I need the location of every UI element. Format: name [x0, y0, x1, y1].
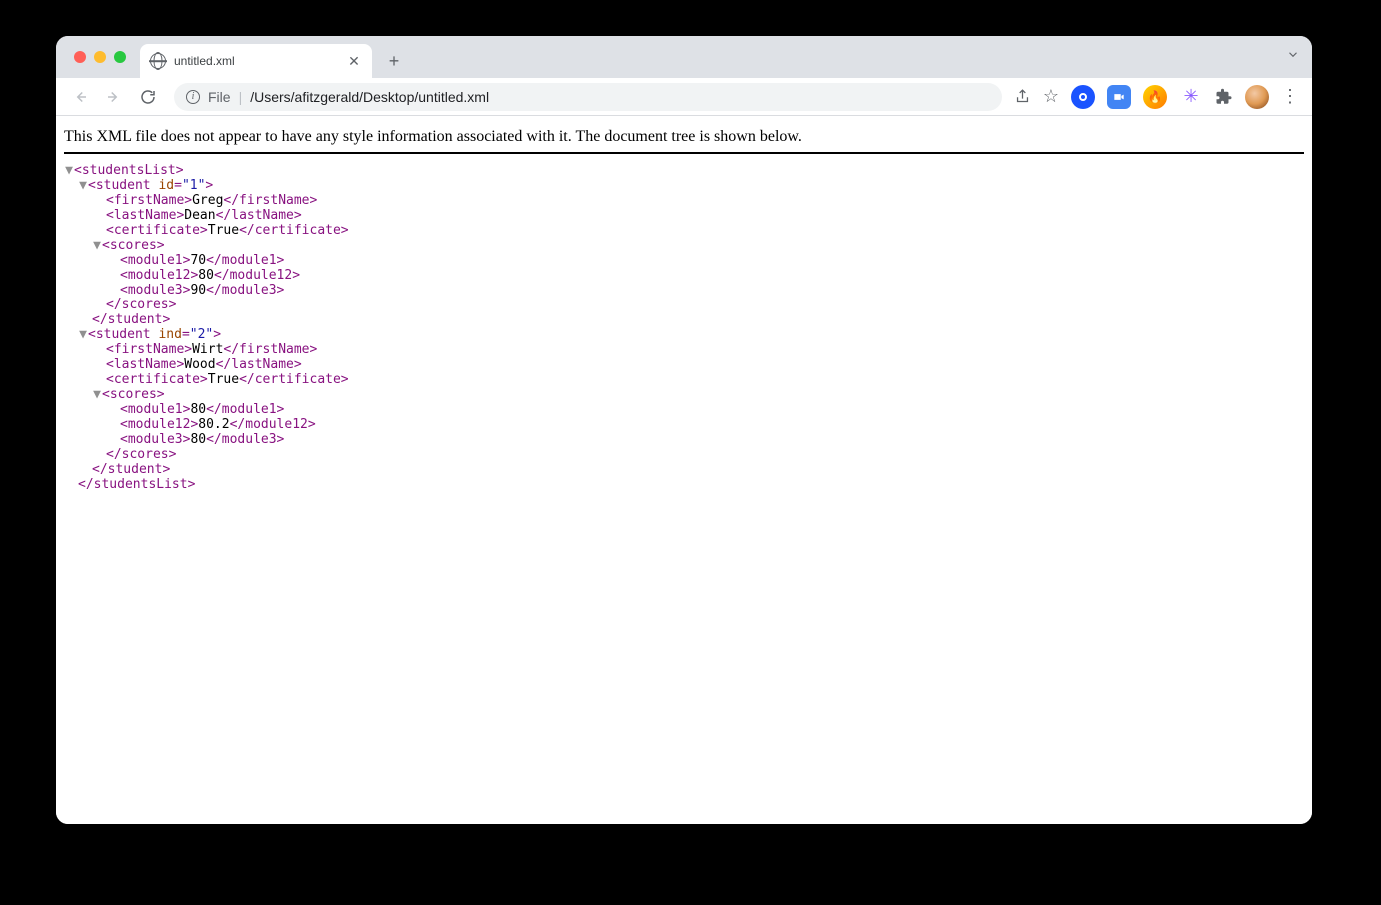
site-info-icon[interactable]: i [186, 90, 200, 104]
forward-button[interactable] [100, 83, 128, 111]
xml-line: </scores> [64, 448, 1312, 463]
collapse-caret[interactable]: ▼ [78, 179, 88, 194]
window-minimize-button[interactable] [94, 51, 106, 63]
window-controls [68, 36, 140, 78]
back-button[interactable] [66, 83, 94, 111]
xml-line: <module3>80</module3> [64, 433, 1312, 448]
extensions-button[interactable] [1215, 88, 1233, 106]
xml-line: <firstName>Greg</firstName> [64, 194, 1312, 209]
xml-line: <firstName>Wirt</firstName> [64, 343, 1312, 358]
url-path: /Users/afitzgerald/Desktop/untitled.xml [250, 89, 489, 105]
collapse-caret[interactable]: ▼ [64, 164, 74, 179]
share-button[interactable] [1014, 88, 1031, 105]
window-maximize-button[interactable] [114, 51, 126, 63]
xml-line: ▼<scores> [64, 239, 1312, 254]
extension-circle-blue-icon[interactable] [1071, 85, 1095, 109]
chevron-down-icon [1286, 48, 1300, 62]
xml-line: <lastName>Dean</lastName> [64, 209, 1312, 224]
xml-line: ▼<scores> [64, 388, 1312, 403]
bookmark-button[interactable]: ☆ [1043, 86, 1059, 107]
browser-tab[interactable]: untitled.xml ✕ [140, 44, 372, 78]
browser-menu-button[interactable]: ⋮ [1281, 86, 1298, 107]
reload-icon [139, 88, 157, 106]
page-content: This XML file does not appear to have an… [56, 116, 1312, 824]
browser-toolbar: i File | /Users/afitzgerald/Desktop/unti… [56, 78, 1312, 116]
collapse-caret[interactable]: ▼ [78, 328, 88, 343]
xml-line: ▼<student ind="2"> [64, 328, 1312, 343]
arrow-right-icon [105, 88, 123, 106]
browser-window: untitled.xml ✕ + i File | /Users/afitzge… [56, 36, 1312, 824]
url-scheme: File [208, 89, 231, 105]
extension-flame-icon[interactable]: 🔥 [1143, 85, 1167, 109]
xml-line: <module1>80</module1> [64, 403, 1312, 418]
camera-icon [1112, 90, 1126, 104]
xml-line: </student> [64, 463, 1312, 478]
notice-divider [64, 152, 1304, 154]
new-tab-button[interactable]: + [380, 47, 408, 75]
address-bar[interactable]: i File | /Users/afitzgerald/Desktop/unti… [174, 83, 1002, 111]
extension-asterisk-icon[interactable]: ✳ [1179, 85, 1203, 109]
xml-tree: ▼<studentsList>▼<student id="1"><firstNa… [56, 164, 1312, 493]
xml-line: <module3>90</module3> [64, 284, 1312, 299]
url-divider: | [239, 89, 243, 105]
xml-line: <module1>70</module1> [64, 254, 1312, 269]
xml-line: <module12>80</module12> [64, 269, 1312, 284]
tab-close-button[interactable]: ✕ [346, 53, 362, 69]
collapse-caret[interactable]: ▼ [92, 388, 102, 403]
xml-line: <module12>80.2</module12> [64, 418, 1312, 433]
xml-line: <certificate>True</certificate> [64, 373, 1312, 388]
arrow-left-icon [71, 88, 89, 106]
xml-line: </studentsList> [64, 478, 1312, 493]
tab-title: untitled.xml [174, 54, 338, 68]
window-close-button[interactable] [74, 51, 86, 63]
tabs-dropdown-button[interactable] [1286, 48, 1300, 67]
share-icon [1014, 88, 1031, 105]
tab-strip: untitled.xml ✕ + [56, 36, 1312, 78]
reload-button[interactable] [134, 83, 162, 111]
xml-line: ▼<student id="1"> [64, 179, 1312, 194]
collapse-caret[interactable]: ▼ [92, 239, 102, 254]
toolbar-actions: ☆ 🔥 ✳ ⋮ [1014, 85, 1302, 109]
xml-line: <lastName>Wood</lastName> [64, 358, 1312, 373]
xml-line: </scores> [64, 298, 1312, 313]
xml-line: </student> [64, 313, 1312, 328]
profile-avatar[interactable] [1245, 85, 1269, 109]
xml-line: ▼<studentsList> [64, 164, 1312, 179]
globe-icon [150, 53, 166, 69]
xml-line: <certificate>True</certificate> [64, 224, 1312, 239]
puzzle-icon [1215, 88, 1233, 106]
xml-notice: This XML file does not appear to have an… [56, 124, 1312, 152]
extension-video-icon[interactable] [1107, 85, 1131, 109]
